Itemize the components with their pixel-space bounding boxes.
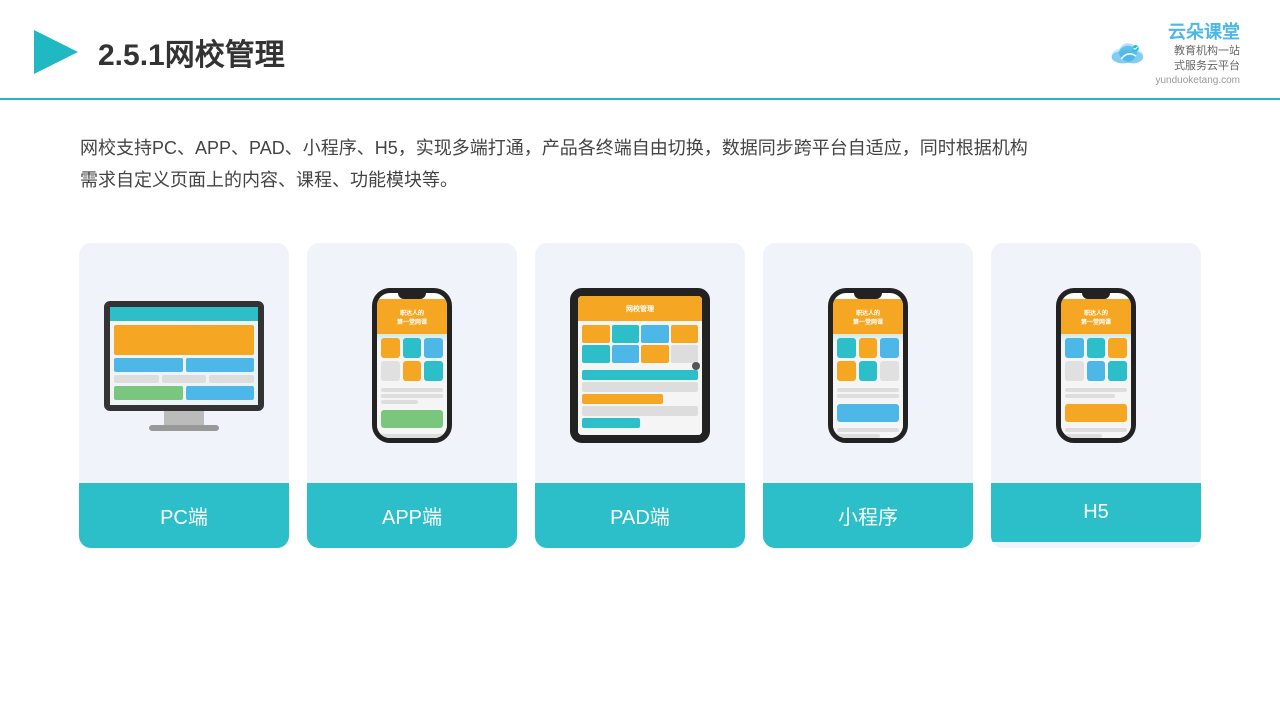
pad-image-area: 网校管理 [535, 243, 745, 483]
miniapp-phone-icon: 职达人的第一堂网课 [828, 288, 908, 443]
miniapp-label: 小程序 [763, 483, 973, 548]
miniapp-image-area: 职达人的第一堂网课 [763, 243, 973, 483]
cloud-brand-icon [1109, 38, 1147, 66]
app-image-area: 职达人的第一堂网课 [307, 243, 517, 483]
brand-url: yunduoketang.com [1155, 75, 1240, 86]
pc-label: PC端 [79, 483, 289, 548]
pc-monitor-icon [104, 301, 264, 431]
card-miniapp: 职达人的第一堂网课 [763, 243, 973, 548]
card-pad: 网校管理 [535, 243, 745, 548]
h5-phone-icon: 职达人的第一堂网课 [1056, 288, 1136, 443]
brand-name: 云朵课堂 [1168, 18, 1240, 44]
card-pc: PC端 [79, 243, 289, 548]
pad-tablet-icon: 网校管理 [570, 288, 710, 443]
page-title: 2.5.1网校管理 [98, 30, 285, 74]
play-logo-icon [30, 26, 82, 78]
pad-label: PAD端 [535, 483, 745, 548]
card-app: 职达人的第一堂网课 [307, 243, 517, 548]
header-left: 2.5.1网校管理 [30, 26, 285, 78]
h5-image-area: 职达人的第一堂网课 [991, 243, 1201, 483]
device-cards-container: PC端 职达人的第一堂网课 [0, 213, 1280, 578]
header-right: 云朵课堂 教育机构一站式服务云平台 yunduoketang.com [1109, 18, 1240, 86]
header: 2.5.1网校管理 云朵课堂 教育机构一站式服务云平台 yunduoketang… [0, 0, 1280, 100]
brand-tagline: 教育机构一站式服务云平台 [1174, 44, 1240, 75]
app-phone-icon: 职达人的第一堂网课 [372, 288, 452, 443]
app-label: APP端 [307, 483, 517, 548]
brand-logo: 云朵课堂 教育机构一站式服务云平台 yunduoketang.com [1155, 18, 1240, 86]
pc-image-area [79, 243, 289, 483]
card-h5: 职达人的第一堂网课 [991, 243, 1201, 548]
h5-label: H5 [991, 483, 1201, 542]
description-line2: 需求自定义页面上的内容、课程、功能模块等。 [80, 164, 1200, 196]
description-line1: 网校支持PC、APP、PAD、小程序、H5，实现多端打通，产品各终端自由切换，数… [80, 132, 1200, 164]
description-area: 网校支持PC、APP、PAD、小程序、H5，实现多端打通，产品各终端自由切换，数… [0, 100, 1280, 213]
